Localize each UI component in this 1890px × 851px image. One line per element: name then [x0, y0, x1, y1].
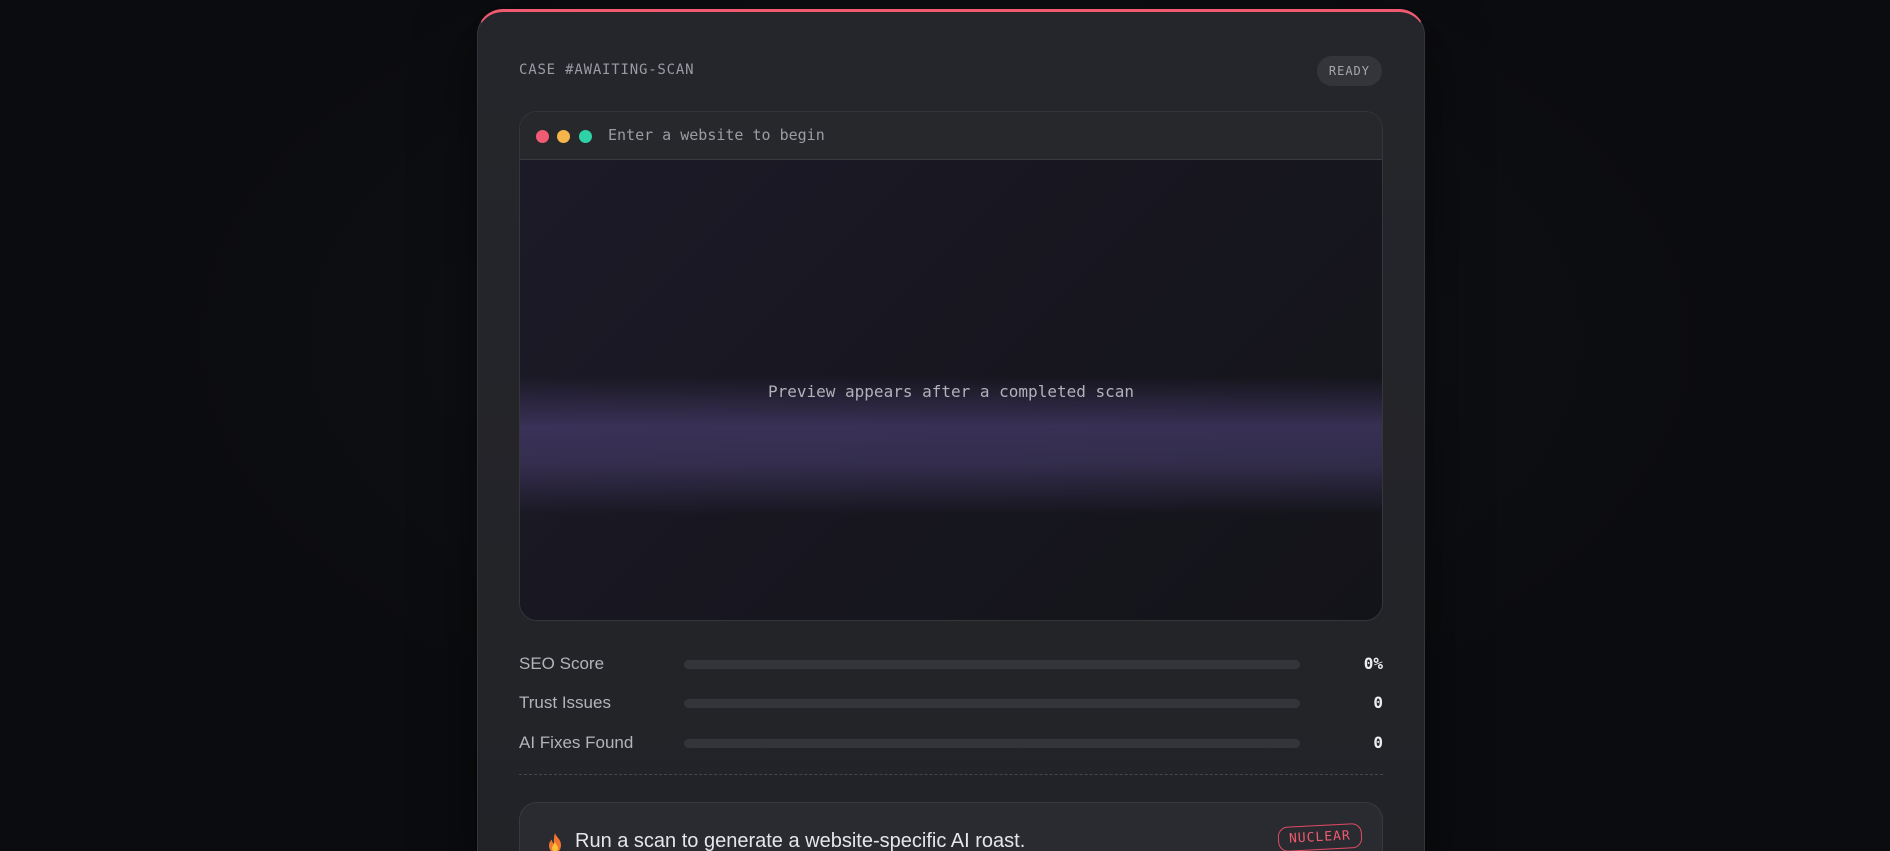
- metric-label: AI Fixes Found: [519, 733, 634, 752]
- metric-row-trust-issues: Trust Issues 0: [519, 691, 1383, 715]
- metric-row-ai-fixes-found: AI Fixes Found 0: [519, 731, 1383, 755]
- metric-progress-bar: [684, 699, 1300, 708]
- preview-placeholder-message: Preview appears after a completed scan: [767, 382, 1135, 401]
- metric-value: 0%: [1363, 654, 1383, 673]
- metric-label: SEO Score: [519, 654, 605, 673]
- ai-roast-panel: Run a scan to generate a website-specifi…: [519, 802, 1383, 851]
- website-preview-area: Preview appears after a completed scan: [520, 160, 1382, 620]
- browser-toolbar: Enter a website to begin: [520, 112, 1382, 160]
- metric-value: 0: [1373, 693, 1383, 712]
- browser-preview-window: Enter a website to begin Preview appears…: [519, 111, 1383, 621]
- address-bar-text: Enter a website to begin: [608, 126, 825, 144]
- scan-report-card: CASE #AWAITING-SCAN READY Enter a websit…: [477, 9, 1425, 851]
- metric-row-seo-score: SEO Score 0%: [519, 652, 1383, 676]
- minimize-dot-icon: [557, 130, 570, 143]
- metric-value: 0: [1373, 733, 1383, 752]
- metric-label: Trust Issues: [519, 693, 611, 712]
- metric-progress-bar: [684, 739, 1300, 748]
- roast-message: Run a scan to generate a website-specifi…: [575, 830, 1026, 851]
- page-background: CASE #AWAITING-SCAN READY Enter a websit…: [0, 0, 1890, 851]
- maximize-dot-icon: [579, 130, 592, 143]
- case-id-label: CASE #AWAITING-SCAN: [519, 62, 695, 78]
- status-badge: READY: [1316, 56, 1382, 86]
- fire-icon: [549, 833, 561, 851]
- close-dot-icon: [536, 130, 549, 143]
- roast-intensity-badge: NUCLEAR: [1277, 822, 1363, 851]
- dashed-divider: [519, 774, 1383, 775]
- metric-progress-bar: [684, 660, 1300, 669]
